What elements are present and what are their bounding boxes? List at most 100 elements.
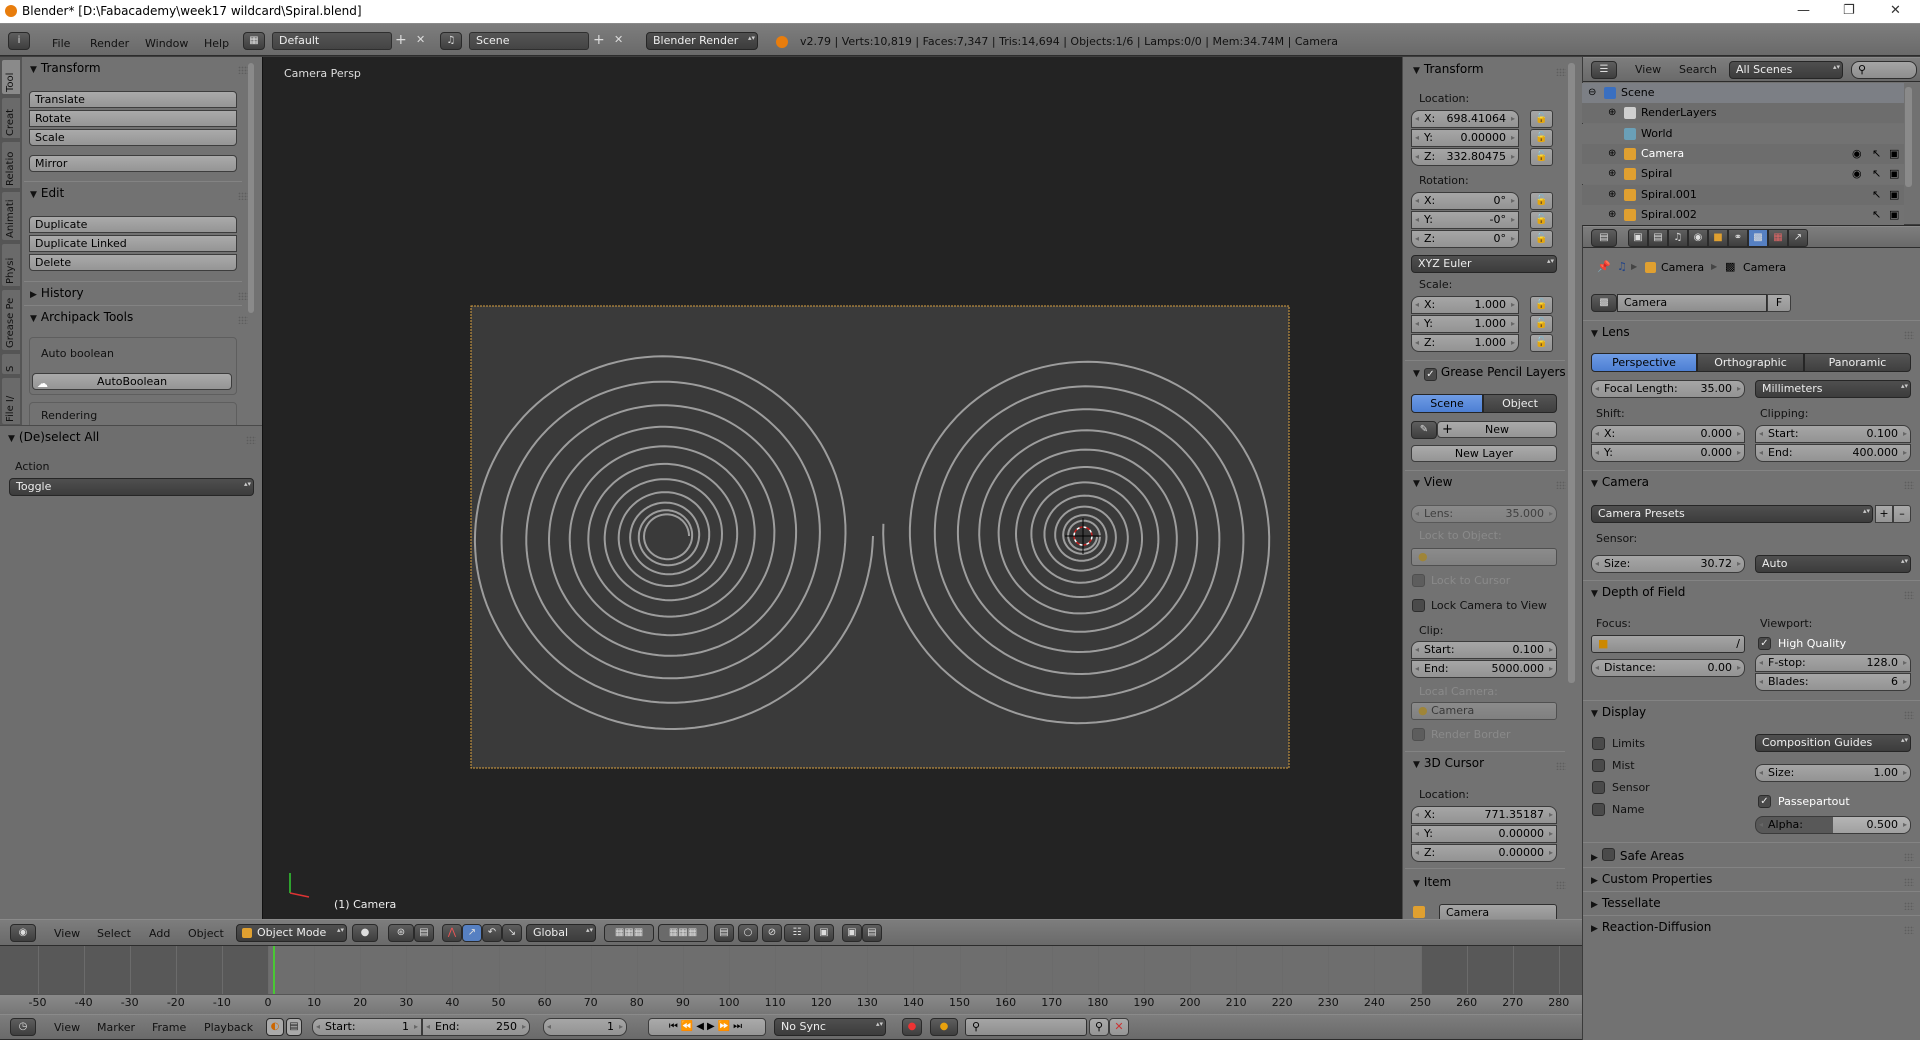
mist-label[interactable]: Mist — [1612, 759, 1635, 772]
lock-layers-icon[interactable]: ▤ — [714, 924, 734, 942]
lock-icon[interactable]: 🔓 — [1530, 334, 1553, 352]
panel-header-view[interactable]: ▼ View — [1413, 475, 1452, 489]
location-y-field[interactable]: Y:0.00000 — [1411, 129, 1519, 147]
rotate-button[interactable]: Rotate — [29, 110, 237, 127]
outliner-row[interactable]: World — [1582, 123, 1904, 144]
menu-add[interactable]: Add — [149, 923, 170, 945]
autoboolean-button[interactable]: ☁ AutoBoolean — [32, 373, 232, 390]
viewport-shading-icon[interactable]: ● — [352, 924, 378, 942]
scale-manipulator-icon[interactable]: ↘ — [502, 924, 522, 942]
outliner-row[interactable]: ⊕ Spiral.002 ↖ ▣ — [1582, 204, 1904, 225]
frame-ruler[interactable] — [0, 994, 1582, 1014]
manipulator-toggle-icon[interactable]: ⋀ — [442, 924, 462, 942]
display-mode-dropdown[interactable]: All Scenes — [1729, 61, 1843, 79]
panel-header-archipack-tools[interactable]: ▼ Archipack Tools — [30, 310, 133, 324]
outliner-scrollbar[interactable] — [1905, 87, 1912, 187]
end-frame-field[interactable]: End:250 — [422, 1018, 530, 1036]
expand-toggle-icon[interactable]: ⊕ — [1608, 185, 1616, 205]
panel-header-camera[interactable]: ▼ Camera — [1591, 475, 1649, 489]
tab-s[interactable]: S — [1, 353, 21, 375]
clip-start-field[interactable]: Start:0.100 — [1755, 425, 1911, 443]
opengl-render-icon[interactable]: ▣ — [814, 924, 834, 942]
lock-camera-to-view-label[interactable]: Lock Camera to View — [1431, 599, 1547, 612]
expand-toggle-icon[interactable]: ⊖ — [1588, 83, 1596, 103]
camera-datablock-name[interactable]: Camera — [1617, 294, 1767, 312]
name-label[interactable]: Name — [1612, 803, 1644, 816]
editor-type-timeline-icon[interactable]: ◷ — [10, 1018, 36, 1036]
lock-icon[interactable]: 🔓 — [1530, 129, 1553, 147]
outliner-editor-icon[interactable]: ☰ — [1591, 61, 1617, 79]
delete-button[interactable]: Delete — [29, 254, 237, 271]
lens-unit-dropdown[interactable]: Millimeters — [1755, 380, 1911, 398]
fake-user-button[interactable]: F — [1767, 294, 1791, 312]
select-cursor-icon[interactable]: ↖ — [1872, 164, 1881, 184]
passepartout-checkbox[interactable]: ✓ — [1758, 795, 1771, 808]
eyedropper-icon[interactable]: ∕ — [1736, 636, 1740, 652]
outliner-item-name[interactable]: World — [1641, 124, 1673, 144]
panel-header-transform[interactable]: ▼ Transform — [1413, 62, 1484, 76]
start-frame-field[interactable]: Start:1 — [312, 1018, 422, 1036]
panel-header-tessellate[interactable]: ▶ Tessellate — [1591, 896, 1661, 910]
outliner-row[interactable]: ⊕ Spiral ◉ ↖ ▣ — [1582, 164, 1904, 185]
delete-scene-icon[interactable]: ✕ — [614, 33, 623, 46]
rotation-z-field[interactable]: Z:0° — [1411, 230, 1519, 248]
lock-icon[interactable]: 🔓 — [1530, 148, 1553, 166]
eye-icon[interactable]: ◉ — [1852, 164, 1862, 184]
focal-length-field[interactable]: Focal Length:35.00 — [1591, 380, 1745, 398]
constraints-tab-icon[interactable]: ⚭ — [1728, 229, 1748, 247]
panel-header-custom-properties[interactable]: ▶ Custom Properties — [1591, 872, 1712, 886]
render-camera-icon[interactable]: ▣ — [1889, 205, 1899, 225]
grease-pencil-checkbox[interactable]: ✓ — [1423, 368, 1437, 381]
blades-field[interactable]: Blades:6 — [1755, 673, 1911, 691]
camera-datablock-icon[interactable]: ▩ — [1591, 294, 1617, 312]
outliner-row[interactable]: ⊖ Scene — [1582, 83, 1904, 103]
tab-grease-pencil[interactable]: Grease Pe — [1, 289, 21, 351]
clip-end-field[interactable]: End:400.000 — [1755, 444, 1911, 462]
physics-tab-icon[interactable]: ↗ — [1788, 229, 1808, 247]
panel-header-history[interactable]: ▶ History — [30, 286, 84, 300]
render-tab-icon[interactable]: ▣ — [1628, 229, 1648, 247]
panel-header-transform[interactable]: ▼ Transform — [30, 61, 101, 75]
expand-toggle-icon[interactable]: ⊕ — [1608, 103, 1616, 123]
expand-toggle-icon[interactable]: ⊕ — [1608, 144, 1616, 164]
render-camera-icon[interactable]: ▣ — [1889, 144, 1899, 164]
composition-guides-dropdown[interactable]: Composition Guides — [1755, 734, 1911, 752]
screen-layout-field[interactable]: Default — [272, 32, 392, 50]
delete-keyframe-icon[interactable]: ✕ — [1109, 1018, 1129, 1036]
safe-areas-checkbox[interactable] — [1601, 848, 1615, 861]
lock-icon[interactable]: 🔓 — [1530, 315, 1553, 333]
snap-toggle-icon[interactable]: ⊘ — [762, 924, 782, 942]
preview-range-icon[interactable]: ◐ — [266, 1018, 284, 1036]
cursor-x-field[interactable]: X:771.35187 — [1411, 806, 1557, 824]
current-frame-field[interactable]: 1 — [543, 1018, 627, 1036]
render-image-icon[interactable]: ▣ — [842, 924, 862, 942]
lock-icon[interactable]: 🔓 — [1530, 192, 1553, 210]
add-preset-button[interactable]: + — [1875, 505, 1893, 523]
maximize-button[interactable]: ❐ — [1843, 3, 1855, 18]
focus-distance-field[interactable]: Distance:0.00 — [1591, 659, 1745, 677]
tab-animation[interactable]: Animati — [1, 191, 21, 241]
menu-search[interactable]: Search — [1679, 59, 1717, 81]
location-x-field[interactable]: X:698.41064 — [1411, 110, 1519, 128]
select-cursor-icon[interactable]: ↖ — [1872, 144, 1881, 164]
rotation-x-field[interactable]: X:0° — [1411, 192, 1519, 210]
scale-button[interactable]: Scale — [29, 129, 237, 146]
display-size-field[interactable]: Size:1.00 — [1755, 764, 1911, 782]
menu-file[interactable]: File — [52, 33, 70, 55]
3d-viewport[interactable]: Camera Persp (1) Camera — [262, 57, 1402, 919]
render-layers-tab-icon[interactable]: ▤ — [1648, 229, 1668, 247]
expand-toggle-icon[interactable]: ⊕ — [1608, 164, 1616, 184]
delete-layout-icon[interactable]: ✕ — [416, 33, 425, 46]
shift-y-field[interactable]: Y:0.000 — [1591, 444, 1745, 462]
editor-type-info-icon[interactable]: i — [8, 32, 30, 50]
clip-start-field[interactable]: Start:0.100 — [1411, 641, 1557, 659]
new-layer-button[interactable]: New Layer — [1411, 445, 1557, 462]
action-dropdown[interactable]: Toggle — [9, 478, 254, 496]
scene-icon[interactable]: ♫ — [440, 32, 462, 50]
editor-type-3d-view-icon[interactable]: ◉ — [10, 924, 36, 942]
outliner-row[interactable]: ⊕ Camera ◉ ↖ ▣ — [1582, 143, 1904, 164]
limits-label[interactable]: Limits — [1612, 737, 1645, 750]
name-checkbox[interactable] — [1592, 803, 1605, 816]
texture-tab-icon[interactable]: ▦ — [1768, 229, 1788, 247]
grease-pencil-icon[interactable]: ✎ — [1411, 421, 1437, 439]
